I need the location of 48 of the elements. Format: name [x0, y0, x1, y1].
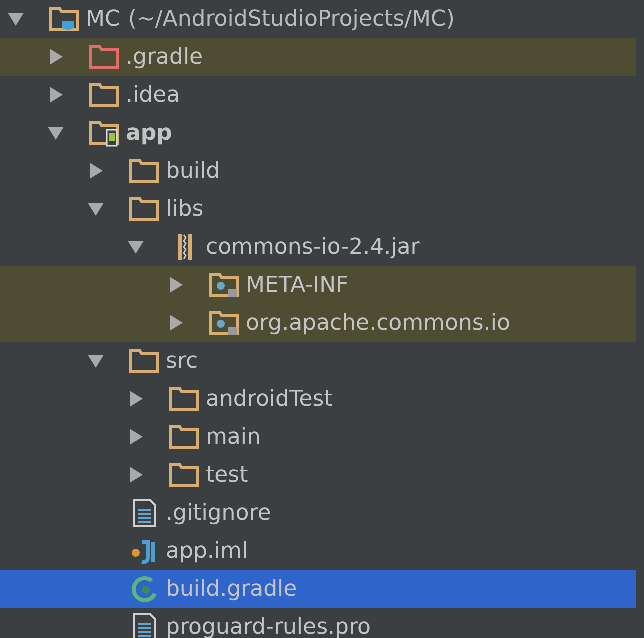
tree-row[interactable]: libs	[0, 190, 636, 228]
expand-arrow-icon[interactable]	[88, 163, 104, 179]
tree-row[interactable]: META-INF	[0, 266, 636, 304]
tree-row[interactable]: proguard-rules.pro	[0, 608, 636, 638]
tree-item-label: test	[206, 462, 248, 488]
tree-item-label: src	[166, 348, 198, 374]
tree-item-label: androidTest	[206, 386, 333, 412]
expand-arrow-icon[interactable]	[168, 277, 184, 293]
tree-row[interactable]: app.iml	[0, 532, 636, 570]
collapse-arrow-icon[interactable]	[48, 125, 64, 141]
tree-row[interactable]: .gradle	[0, 38, 636, 76]
tree-item-label: .gitignore	[166, 500, 272, 526]
tree-row[interactable]: src	[0, 342, 636, 380]
tree-item-label: proguard-rules.pro	[166, 614, 372, 638]
collapse-arrow-icon[interactable]	[88, 201, 104, 217]
expand-arrow-icon[interactable]	[48, 49, 64, 65]
tree-row[interactable]: app	[0, 114, 636, 152]
tree-row[interactable]: .gitignore	[0, 494, 636, 532]
collapse-arrow-icon[interactable]	[128, 239, 144, 255]
tree-row[interactable]: .idea	[0, 76, 636, 114]
tree-item-label: commons-io-2.4.jar	[206, 234, 420, 260]
expand-arrow-icon[interactable]	[128, 467, 144, 483]
tree-item-label: app	[126, 120, 172, 146]
expand-arrow-icon[interactable]	[128, 391, 144, 407]
expand-arrow-icon[interactable]	[48, 87, 64, 103]
tree-row[interactable]: androidTest	[0, 380, 636, 418]
expand-arrow-icon[interactable]	[128, 429, 144, 445]
tree-item-label: org.apache.commons.io	[246, 310, 510, 336]
tree-row[interactable]: MC (~/AndroidStudioProjects/MC)	[0, 0, 636, 38]
tree-row[interactable]: build.gradle	[0, 570, 636, 608]
tree-item-label: .idea	[126, 82, 180, 108]
tree-row[interactable]: main	[0, 418, 636, 456]
tree-row[interactable]: build	[0, 152, 636, 190]
project-path: (~/AndroidStudioProjects/MC)	[128, 6, 455, 32]
tree-item-label: build	[166, 158, 220, 184]
tree-item-label: META-INF	[246, 272, 349, 298]
collapse-arrow-icon[interactable]	[8, 11, 24, 27]
tree-row[interactable]: commons-io-2.4.jar	[0, 228, 636, 266]
tree-item-label: libs	[166, 196, 204, 222]
tree-row[interactable]: test	[0, 456, 636, 494]
tree-item-label: build.gradle	[166, 576, 298, 602]
tree-item-label: MC	[86, 6, 120, 32]
tree-row[interactable]: org.apache.commons.io	[0, 304, 636, 342]
expand-arrow-icon[interactable]	[168, 315, 184, 331]
tree-item-label: app.iml	[166, 538, 248, 564]
tree-item-label: .gradle	[126, 44, 204, 70]
tree-item-label: main	[206, 424, 261, 450]
collapse-arrow-icon[interactable]	[88, 353, 104, 369]
